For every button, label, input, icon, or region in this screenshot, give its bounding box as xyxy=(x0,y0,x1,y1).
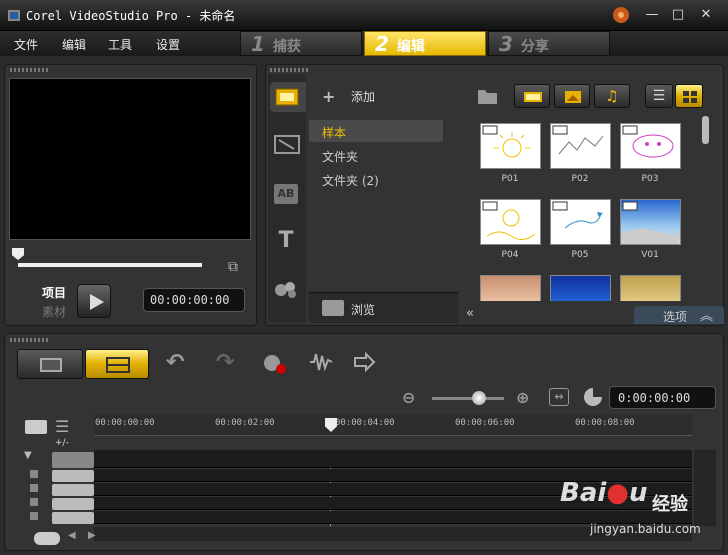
voice-track-icon[interactable] xyxy=(52,498,94,510)
add-remove-chapter[interactable]: +/- xyxy=(55,438,69,448)
play-button[interactable] xyxy=(77,284,111,318)
open-folder-icon[interactable] xyxy=(476,86,500,106)
show-all-tracks-icon[interactable] xyxy=(25,420,47,434)
tab-edit[interactable]: 2 编辑 xyxy=(364,31,486,56)
ruler-tick-label: 00:00:04:00 xyxy=(335,418,395,428)
show-photo-button[interactable] xyxy=(554,84,590,108)
thumb-p05[interactable] xyxy=(550,199,611,245)
scrub-bar[interactable] xyxy=(18,263,202,267)
undo-icon[interactable]: ↶ xyxy=(166,350,184,375)
library-scrollbar-thumb[interactable] xyxy=(702,116,709,144)
thumb-p04[interactable] xyxy=(480,199,541,245)
panel-grip[interactable] xyxy=(270,68,310,72)
timeline-vertical-scrollbar[interactable] xyxy=(694,450,716,526)
app-logo-icon xyxy=(6,7,22,23)
thumbnail-view-icon[interactable] xyxy=(675,84,703,108)
thumb-p03[interactable] xyxy=(620,123,681,169)
track-manager-icon[interactable]: ☰ xyxy=(55,417,69,436)
thumb-v04-partial[interactable] xyxy=(620,275,681,301)
zoom-out-icon[interactable]: ⊖ xyxy=(402,388,415,407)
duration-clock-icon[interactable] xyxy=(584,388,602,406)
clip-label[interactable]: 素材 xyxy=(42,303,66,320)
record-capture-icon[interactable] xyxy=(262,352,288,376)
zoom-slider-handle[interactable] xyxy=(472,391,486,405)
menu-file[interactable]: 文件 xyxy=(14,36,38,53)
maximize-button[interactable]: □ xyxy=(668,6,688,24)
media-icon[interactable] xyxy=(270,82,306,112)
video-track-icon[interactable] xyxy=(52,452,94,468)
add-icon[interactable]: + xyxy=(322,87,335,106)
overlay-track-icon[interactable] xyxy=(52,470,94,482)
preview-timecode[interactable]: 00:00:00:00 xyxy=(143,288,245,312)
show-audio-button[interactable]: ♫ xyxy=(594,84,630,108)
watermark-url: jingyan.baidu.com xyxy=(590,522,701,536)
show-video-button[interactable] xyxy=(514,84,550,108)
thumb-label: P04 xyxy=(501,250,519,260)
thumb-v02-partial[interactable] xyxy=(480,275,541,301)
auto-music-icon[interactable] xyxy=(352,350,378,374)
help-icon[interactable] xyxy=(611,6,631,24)
transition-icon[interactable] xyxy=(274,134,302,156)
filter-icon[interactable] xyxy=(272,278,300,300)
window-title: Corel VideoStudio Pro - 未命名 xyxy=(26,9,236,23)
panel-grip[interactable] xyxy=(10,68,50,72)
sound-mixer-icon[interactable] xyxy=(308,350,334,374)
folder-item-folder[interactable]: 文件夹 xyxy=(322,148,358,165)
video-track[interactable] xyxy=(94,450,692,468)
thumb-label: V01 xyxy=(641,250,659,260)
add-folder-label[interactable]: 添加 xyxy=(351,88,375,105)
timeline-view-button[interactable] xyxy=(85,349,149,379)
track-lock-icon[interactable] xyxy=(30,470,38,526)
panel-grip[interactable] xyxy=(10,338,50,342)
title-track-icon[interactable] xyxy=(52,484,94,496)
menu-tools[interactable]: 工具 xyxy=(108,36,132,53)
enlarge-icon[interactable]: ⧉ xyxy=(228,259,246,277)
fit-project-icon[interactable]: ↔ xyxy=(549,388,569,406)
ruler-tick-label: 00:00:02:00 xyxy=(215,418,275,428)
folder-item-sample[interactable]: 样本 xyxy=(322,124,346,141)
tab-share[interactable]: 3 分享 xyxy=(488,31,610,56)
title-bar: Corel VideoStudio Pro - 未命名 — □ ✕ xyxy=(0,0,728,31)
text-t-icon[interactable]: T xyxy=(274,230,298,252)
ruler-tick-label: 00:00:06:00 xyxy=(455,418,515,428)
music-track-icon[interactable] xyxy=(52,512,94,524)
zoom-in-icon[interactable]: ⊕ xyxy=(516,388,529,407)
watermark-text: 经验 xyxy=(652,494,688,515)
fit-timeline-icon[interactable] xyxy=(34,532,60,545)
expand-options-icon[interactable]: ︽ xyxy=(700,305,713,324)
list-view-icon[interactable]: ☰ xyxy=(645,84,673,108)
thumb-v01[interactable] xyxy=(620,199,681,245)
folder-item-folder-2[interactable]: 文件夹 (2) xyxy=(322,172,379,189)
thumb-label: P03 xyxy=(641,174,659,184)
scroll-left-icon[interactable]: ◀ xyxy=(68,530,76,541)
baidu-logo: Bai●u xyxy=(560,478,648,508)
thumb-label: P02 xyxy=(571,174,589,184)
ripple-edit-icon[interactable]: ▼ xyxy=(24,450,44,468)
close-button[interactable]: ✕ xyxy=(696,6,716,24)
menu-edit[interactable]: 编辑 xyxy=(62,36,86,53)
collapse-library-icon[interactable]: « xyxy=(460,306,480,324)
redo-icon[interactable]: ↷ xyxy=(216,350,234,375)
thumb-label: P05 xyxy=(571,250,589,260)
thumb-v03-partial[interactable] xyxy=(550,275,611,301)
title-ab-icon[interactable]: AB xyxy=(274,184,298,204)
thumb-p01[interactable] xyxy=(480,123,541,169)
storyboard-view-button[interactable] xyxy=(17,349,83,379)
minimize-button[interactable]: — xyxy=(642,6,662,24)
ruler-tick-label: 00:00:00:00 xyxy=(95,418,155,428)
timeline-timecode[interactable]: 0:00:00:00 xyxy=(609,386,716,409)
thumb-label: P01 xyxy=(501,174,519,184)
project-label[interactable]: 项目 xyxy=(42,284,66,301)
browse-icon[interactable] xyxy=(322,300,344,316)
menu-settings[interactable]: 设置 xyxy=(156,36,180,53)
tab-capture[interactable]: 1 捕获 xyxy=(240,31,362,56)
zoom-slider-track[interactable] xyxy=(432,397,504,400)
options-label[interactable]: 选项 xyxy=(663,308,687,325)
thumb-p02[interactable] xyxy=(550,123,611,169)
scroll-right-icon[interactable]: ▶ xyxy=(88,530,96,541)
ruler-tick-label: 00:00:08:00 xyxy=(575,418,635,428)
browse-label[interactable]: 浏览 xyxy=(351,301,375,318)
preview-screen xyxy=(9,78,251,240)
